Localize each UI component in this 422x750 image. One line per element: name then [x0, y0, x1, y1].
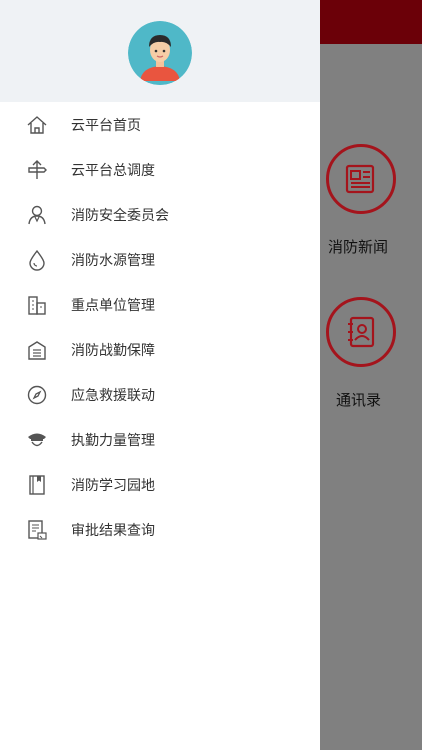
app-top-bar — [320, 0, 422, 44]
menu-item-label: 消防学习园地 — [71, 477, 155, 494]
menu-item-label: 执勤力量管理 — [71, 432, 155, 449]
drawer-menu: 云平台首页 云平台总调度 消防安全委员会 消防水源管理 重点单位管理 消防战勤保… — [0, 102, 320, 552]
background-overlay[interactable] — [320, 0, 422, 750]
person-icon — [26, 204, 48, 226]
menu-item-emergency[interactable]: 应急救援联动 — [0, 372, 320, 417]
home-icon — [26, 114, 48, 136]
supply-icon — [26, 339, 48, 361]
water-drop-icon — [26, 249, 48, 271]
contacts-label[interactable]: 通讯录 — [336, 389, 381, 410]
document-check-icon — [26, 519, 48, 541]
menu-item-support[interactable]: 消防战勤保障 — [0, 327, 320, 372]
building-icon — [26, 294, 48, 316]
menu-item-duty-force[interactable]: 执勤力量管理 — [0, 417, 320, 462]
drawer-header — [0, 0, 320, 102]
compass-icon — [26, 384, 48, 406]
menu-item-water-source[interactable]: 消防水源管理 — [0, 237, 320, 282]
menu-item-label: 云平台总调度 — [71, 162, 155, 179]
menu-item-dispatch[interactable]: 云平台总调度 — [0, 147, 320, 192]
navigation-drawer: 云平台首页 云平台总调度 消防安全委员会 消防水源管理 重点单位管理 消防战勤保… — [0, 0, 320, 750]
menu-item-label: 应急救援联动 — [71, 387, 155, 404]
menu-item-home[interactable]: 云平台首页 — [0, 102, 320, 147]
menu-item-label: 消防战勤保障 — [71, 342, 155, 359]
police-cap-icon — [26, 429, 48, 451]
menu-item-key-units[interactable]: 重点单位管理 — [0, 282, 320, 327]
contacts-button[interactable] — [326, 297, 396, 367]
menu-item-learning[interactable]: 消防学习园地 — [0, 462, 320, 507]
menu-item-label: 审批结果查询 — [71, 522, 155, 539]
menu-item-label: 消防安全委员会 — [71, 207, 169, 224]
menu-item-safety-committee[interactable]: 消防安全委员会 — [0, 192, 320, 237]
menu-item-label: 消防水源管理 — [71, 252, 155, 269]
menu-item-approval[interactable]: 审批结果查询 — [0, 507, 320, 552]
user-avatar[interactable] — [128, 21, 192, 85]
contact-book-icon — [348, 316, 375, 348]
news-button[interactable] — [326, 144, 396, 214]
dispatch-icon — [26, 159, 48, 181]
book-icon — [26, 474, 48, 496]
menu-item-label: 重点单位管理 — [71, 297, 155, 314]
news-label[interactable]: 消防新闻 — [328, 236, 388, 257]
newspaper-icon — [345, 164, 375, 194]
menu-item-label: 云平台首页 — [71, 117, 141, 134]
